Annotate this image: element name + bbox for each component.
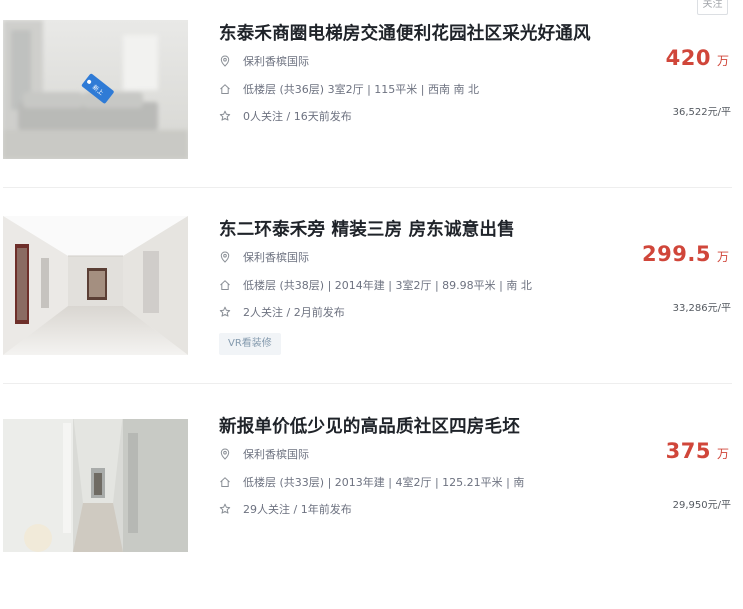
listing-title[interactable]: 东泰禾商圈电梯房交通便利花园社区采光好通风	[219, 20, 591, 45]
star-icon	[219, 306, 231, 318]
location-pin-icon	[219, 251, 231, 263]
listing-item-2[interactable]: 东二环泰禾旁 精装三房 房东诚意出售 保利香槟国际 低楼层 (共38层) | 2…	[0, 216, 743, 412]
community-name[interactable]: 保利香槟国际	[243, 446, 309, 462]
location-pin-icon	[219, 448, 231, 460]
star-icon	[219, 110, 231, 122]
listing-title[interactable]: 新报单价低少见的高品质社区四房毛坯	[219, 413, 520, 438]
price-unit: 万	[716, 447, 729, 461]
listing-thumbnail[interactable]: 新上	[3, 20, 188, 159]
unit-price: 29,950元/平	[672, 500, 731, 511]
follow-info-text: 0人关注 / 16天前发布	[243, 110, 352, 123]
listing-community-row: 保利香槟国际	[219, 249, 309, 265]
house-info-text: 低楼层 (共36层) 3室2厅 | 115平米 | 西南 南 北	[243, 83, 479, 96]
unit-price: 36,522元/平	[672, 107, 731, 118]
follow-button[interactable]: 关注	[697, 0, 728, 15]
follow-info-text: 2人关注 / 2月前发布	[243, 306, 345, 319]
listing-info-row: 低楼层 (共33层) | 2013年建 | 4室2厅 | 125.21平米 | …	[219, 474, 524, 490]
total-price: 375 万	[666, 439, 729, 463]
follow-info-text: 29人关注 / 1年前发布	[243, 503, 352, 516]
listing-item-1[interactable]: 新上 东泰禾商圈电梯房交通便利花园社区采光好通风 保利香槟国际 低楼层 (共36…	[0, 20, 743, 216]
listing-title[interactable]: 东二环泰禾旁 精装三房 房东诚意出售	[219, 216, 515, 241]
listing-info-row: 低楼层 (共38层) | 2014年建 | 3室2厅 | 89.98平米 | 南…	[219, 277, 532, 293]
listing-community-row: 保利香槟国际	[219, 446, 309, 462]
listing-info-row: 低楼层 (共36层) 3室2厅 | 115平米 | 西南 南 北	[219, 81, 479, 97]
listing-item-3[interactable]: 新报单价低少见的高品质社区四房毛坯 保利香槟国际 低楼层 (共33层) | 20…	[0, 413, 743, 609]
house-icon	[219, 279, 231, 291]
star-icon	[219, 503, 231, 515]
divider	[3, 383, 732, 384]
listing-thumbnail[interactable]	[3, 413, 188, 552]
price-unit: 万	[716, 54, 729, 68]
price-value: 375	[665, 439, 711, 463]
house-info-text: 低楼层 (共33层) | 2013年建 | 4室2厅 | 125.21平米 | …	[243, 476, 525, 489]
total-price: 299.5 万	[642, 242, 729, 266]
community-name[interactable]: 保利香槟国际	[243, 53, 309, 69]
house-icon	[219, 83, 231, 95]
divider	[3, 187, 732, 188]
community-name[interactable]: 保利香槟国际	[243, 249, 309, 265]
price-value: 299.5	[642, 242, 711, 266]
listing-follow-row: 2人关注 / 2月前发布	[219, 304, 345, 320]
house-icon	[219, 476, 231, 488]
price-unit: 万	[716, 250, 729, 264]
location-pin-icon	[219, 55, 231, 67]
total-price: 420 万	[666, 46, 729, 70]
vr-tag[interactable]: VR看装修	[219, 333, 281, 355]
listing-community-row: 保利香槟国际	[219, 53, 309, 69]
price-value: 420	[665, 46, 711, 70]
listing-follow-row: 0人关注 / 16天前发布	[219, 108, 352, 124]
house-info-text: 低楼层 (共38层) | 2014年建 | 3室2厅 | 89.98平米 | 南…	[243, 279, 532, 292]
unit-price: 33,286元/平	[672, 303, 731, 314]
listing-thumbnail[interactable]	[3, 216, 188, 355]
listing-follow-row: 29人关注 / 1年前发布	[219, 501, 352, 517]
